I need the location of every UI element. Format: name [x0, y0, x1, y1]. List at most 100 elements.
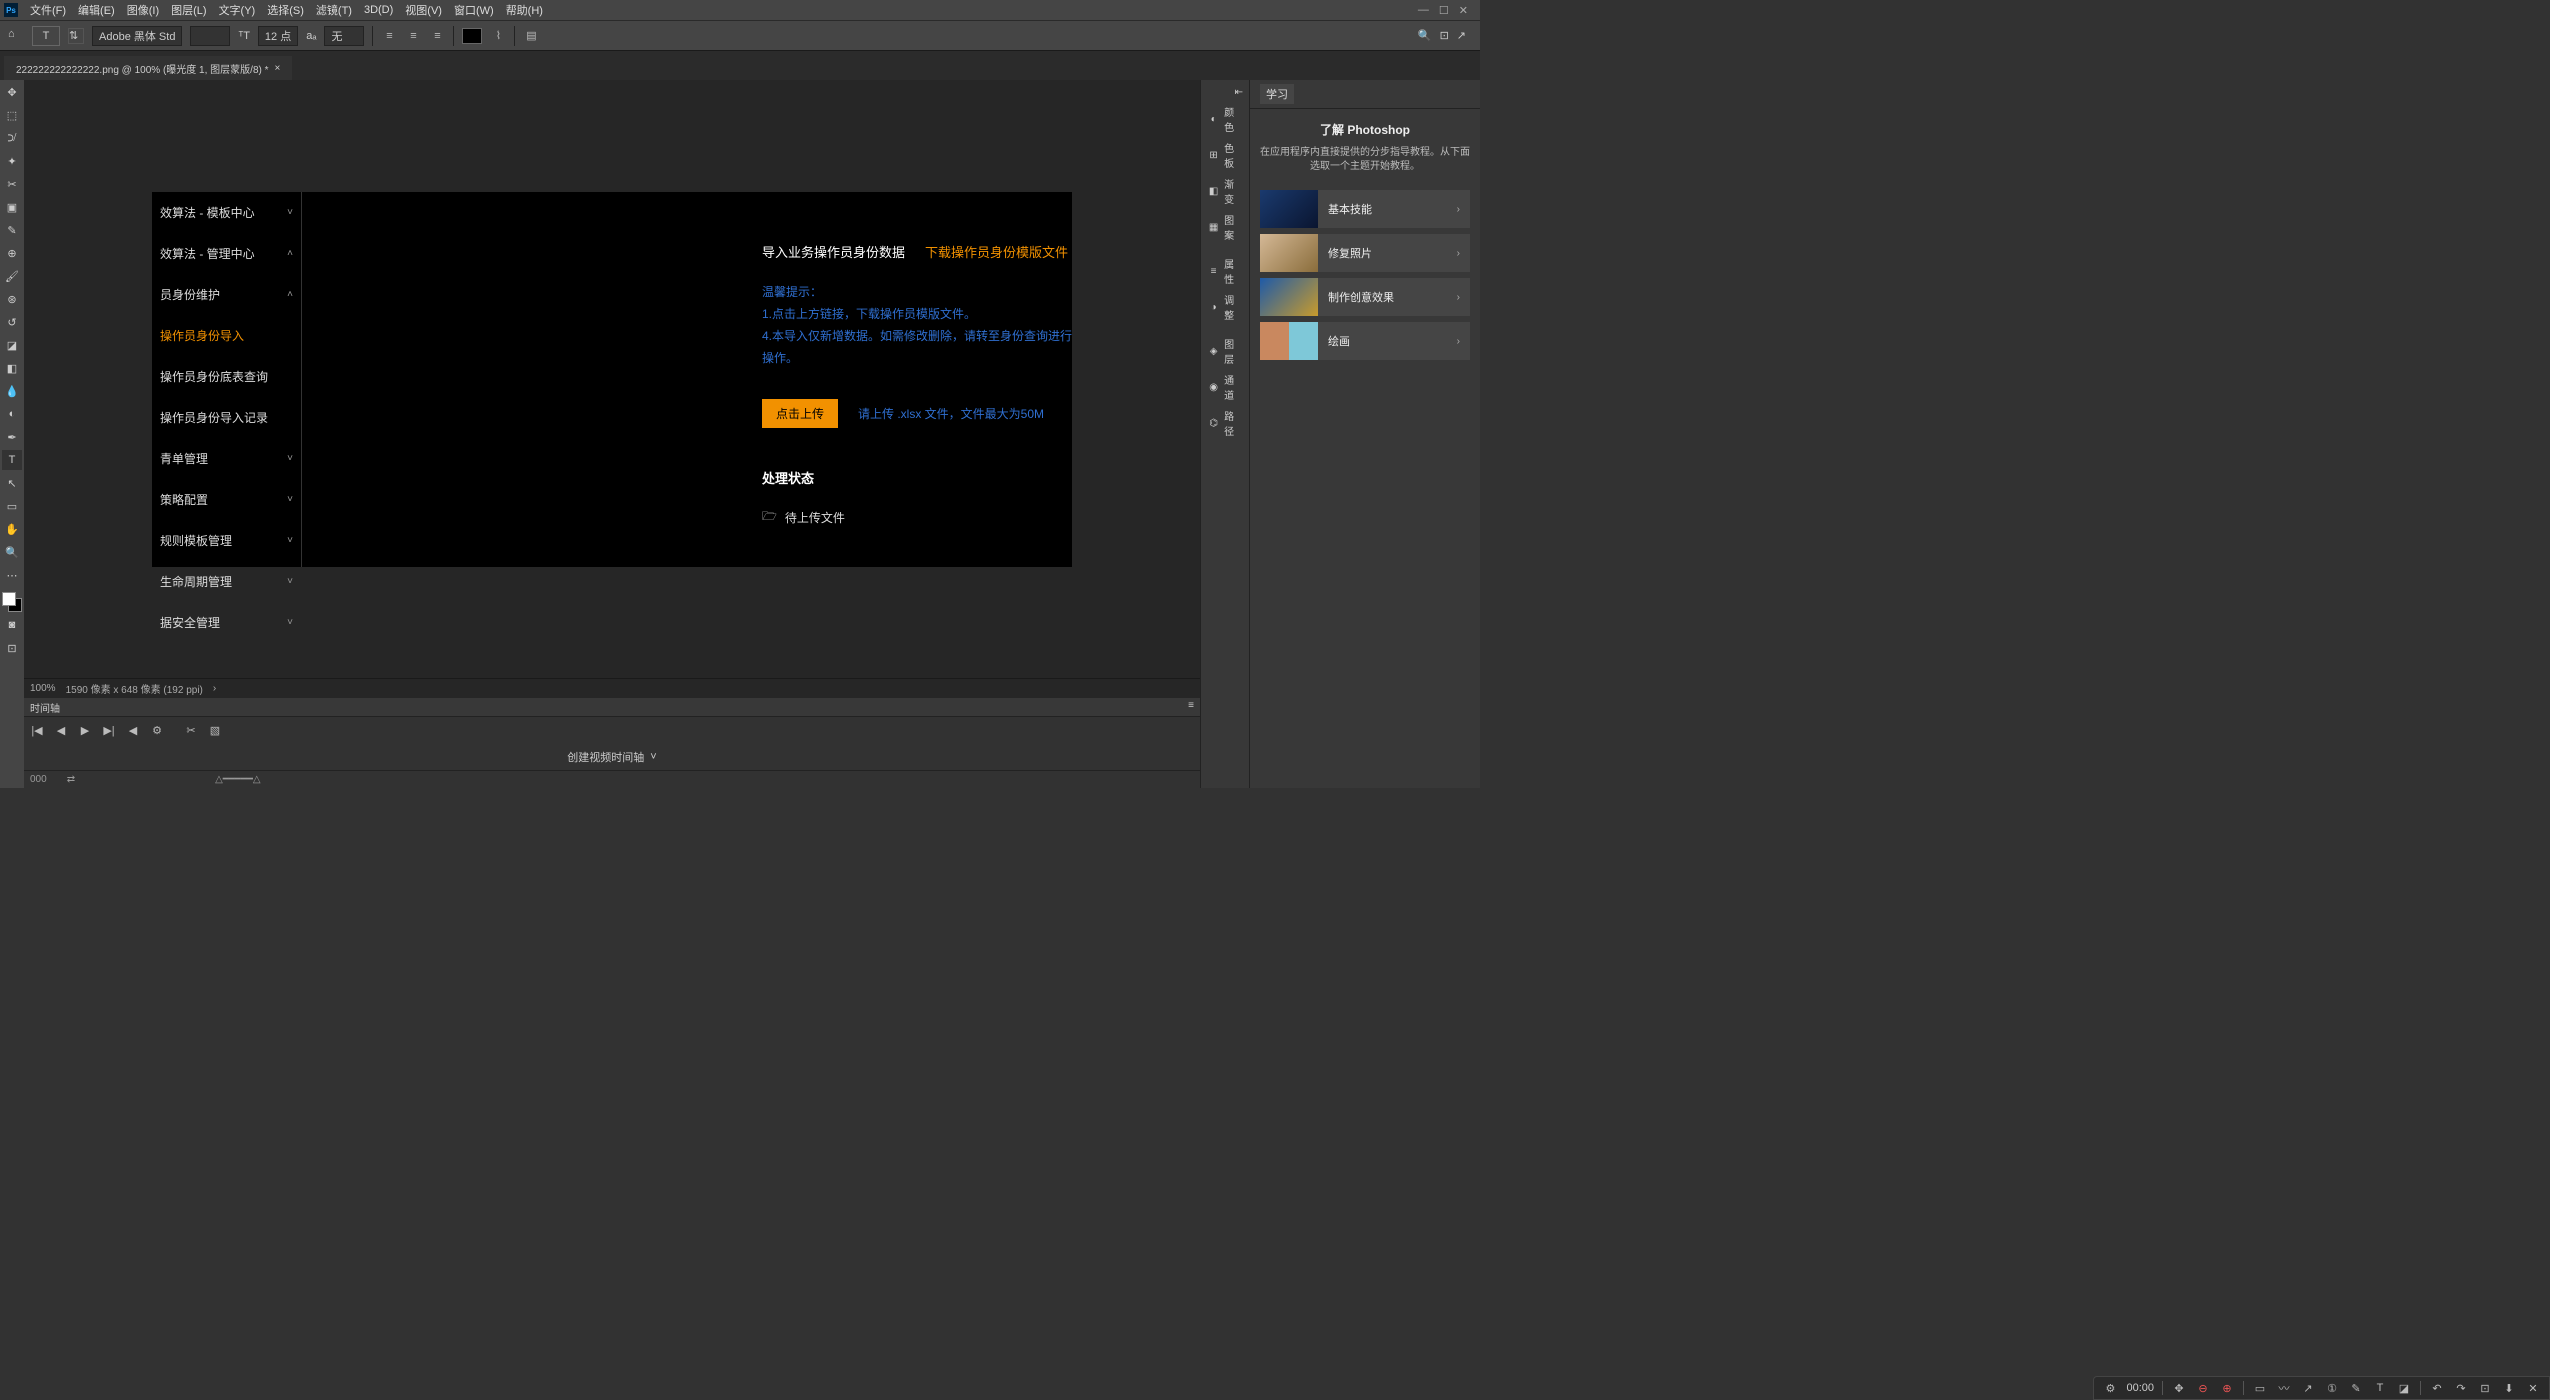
menu-filter[interactable]: 滤镜(T)	[310, 2, 358, 18]
close-tab-icon[interactable]: ×	[275, 63, 281, 74]
zoom-level[interactable]: 100%	[30, 683, 56, 694]
edit-toolbar-icon[interactable]: ⋯	[2, 565, 22, 585]
align-center-icon[interactable]: ≡	[405, 28, 421, 44]
fg-color-swatch[interactable]	[2, 592, 16, 606]
panel-patterns[interactable]: ▦图案	[1201, 209, 1249, 245]
number-icon[interactable]: ①	[2324, 1380, 2340, 1396]
font-style-field[interactable]	[190, 26, 230, 46]
font-size-field[interactable]: 12 点	[258, 26, 298, 46]
share-icon[interactable]: ⊡	[1440, 29, 1449, 42]
panel-toggle-icon[interactable]: ⇤	[1201, 84, 1249, 101]
panel-paths[interactable]: ⌬路径	[1201, 405, 1249, 441]
panel-color[interactable]: ◐颜色	[1201, 101, 1249, 137]
window-close-icon[interactable]: ✕	[1459, 4, 1468, 17]
text-icon[interactable]: T	[2372, 1380, 2388, 1396]
gradient-tool-icon[interactable]: ◧	[2, 358, 22, 378]
document-canvas[interactable]: 效算法 - 模板中心˅ 效算法 - 管理中心˄ 员身份维护˄ 操作员身份导入 操…	[152, 192, 1072, 567]
play-icon[interactable]: ▶	[78, 724, 92, 738]
copy-icon[interactable]: ⊡	[2477, 1380, 2493, 1396]
warp-text-icon[interactable]: ⌇	[490, 28, 506, 44]
panel-swatches[interactable]: ⊞色板	[1201, 137, 1249, 173]
tutorial-retouch[interactable]: 修复照片 ›	[1260, 234, 1470, 272]
font-family-field[interactable]: Adobe 黑体 Std	[92, 26, 182, 46]
hand-tool-icon[interactable]: ✋	[2, 519, 22, 539]
menu-select[interactable]: 选择(S)	[261, 2, 310, 18]
sidebar-item-active[interactable]: 操作员身份导入	[152, 315, 301, 356]
sidebar-item[interactable]: 青单管理˅	[152, 438, 301, 479]
menu-window[interactable]: 窗口(W)	[448, 2, 500, 18]
freehand-icon[interactable]: 〰	[2276, 1380, 2292, 1396]
panel-menu-icon[interactable]: ≡	[1188, 700, 1194, 714]
tutorial-basic-skills[interactable]: 基本技能 ›	[1260, 190, 1470, 228]
pencil-icon[interactable]: ✎	[2348, 1380, 2364, 1396]
redo-icon[interactable]: ↷	[2453, 1380, 2469, 1396]
sidebar-item[interactable]: 规则模板管理˅	[152, 520, 301, 561]
menu-view[interactable]: 视图(V)	[399, 2, 448, 18]
zoom-tool-icon[interactable]: 🔍	[2, 542, 22, 562]
eraser-icon[interactable]: ◪	[2396, 1380, 2412, 1396]
recorder-settings-icon[interactable]: ⚙	[2102, 1380, 2118, 1396]
blur-tool-icon[interactable]: 💧	[2, 381, 22, 401]
dodge-tool-icon[interactable]: ◐	[2, 404, 22, 424]
menu-file[interactable]: 文件(F)	[24, 2, 72, 18]
eyedropper-tool-icon[interactable]: ✎	[2, 220, 22, 240]
zoom-in-icon[interactable]: ⊕	[2219, 1380, 2235, 1396]
orientation-toggle-icon[interactable]: ⇅	[68, 28, 84, 44]
eraser-tool-icon[interactable]: ◪	[2, 335, 22, 355]
marquee-tool-icon[interactable]: ⬚	[2, 105, 22, 125]
panel-adjustments[interactable]: ◑调整	[1201, 289, 1249, 325]
zoom-slider-icon[interactable]: △━━━━━△	[215, 774, 260, 785]
arrow-icon[interactable]: ↗	[2300, 1380, 2316, 1396]
document-dimensions[interactable]: 1590 像素 x 648 像素 (192 ppi)	[66, 681, 203, 696]
settings-icon[interactable]: ⚙	[150, 724, 164, 738]
text-color-swatch[interactable]	[462, 28, 482, 44]
quickmask-icon[interactable]: ◙	[2, 615, 22, 635]
undo-icon[interactable]: ↶	[2429, 1380, 2445, 1396]
chevron-right-icon[interactable]: ›	[213, 683, 216, 694]
color-swatches[interactable]	[2, 592, 22, 612]
pen-tool-icon[interactable]: ✒	[2, 427, 22, 447]
menu-edit[interactable]: 编辑(E)	[72, 2, 121, 18]
prev-frame-icon[interactable]: ◀	[54, 724, 68, 738]
download-template-link[interactable]: 下载操作员身份模版文件	[925, 242, 1068, 261]
sidebar-item[interactable]: 效算法 - 管理中心˄	[152, 233, 301, 274]
align-right-icon[interactable]: ≡	[429, 28, 445, 44]
chevron-down-icon[interactable]: ˅	[650, 751, 656, 763]
move-tool-icon[interactable]: ✥	[2, 82, 22, 102]
healing-tool-icon[interactable]: ⊕	[2, 243, 22, 263]
window-minimize-icon[interactable]: —	[1418, 4, 1429, 17]
sidebar-item[interactable]: 据安全管理˅	[152, 602, 301, 643]
split-icon[interactable]: ✂	[184, 724, 198, 738]
frame-tool-icon[interactable]: ▣	[2, 197, 22, 217]
save-icon[interactable]: ⬇	[2501, 1380, 2517, 1396]
menu-help[interactable]: 帮助(H)	[500, 2, 549, 18]
panel-channels[interactable]: ◉通道	[1201, 369, 1249, 405]
audio-icon[interactable]: ◀	[126, 724, 140, 738]
next-frame-icon[interactable]: ▶|	[102, 724, 116, 738]
align-left-icon[interactable]: ≡	[381, 28, 397, 44]
sidebar-item[interactable]: 员身份维护˄	[152, 274, 301, 315]
workspace-icon[interactable]: ↗	[1457, 29, 1466, 42]
antialias-field[interactable]: 无	[324, 26, 364, 46]
sidebar-item[interactable]: 效算法 - 模板中心˅	[152, 192, 301, 233]
home-icon[interactable]: ⌂	[8, 28, 24, 44]
search-icon[interactable]: 🔍	[1418, 29, 1432, 42]
upload-button[interactable]: 点击上传	[762, 399, 838, 428]
brush-tool-icon[interactable]: 🖌	[2, 266, 22, 286]
document-tab[interactable]: 222222222222222.png @ 100% (曝光度 1, 图层蒙版/…	[4, 56, 292, 80]
menu-type[interactable]: 文字(Y)	[213, 2, 262, 18]
sidebar-item[interactable]: 生命周期管理˅	[152, 561, 301, 602]
type-tool-icon[interactable]: T	[2, 450, 22, 470]
screenmode-icon[interactable]: ⊡	[2, 638, 22, 658]
zoom-out-icon[interactable]: ⊖	[2195, 1380, 2211, 1396]
menu-layer[interactable]: 图层(L)	[165, 2, 212, 18]
sidebar-item[interactable]: 操作员身份底表查询	[152, 356, 301, 397]
tool-preset[interactable]: T	[32, 26, 60, 46]
tutorial-painting[interactable]: 绘画 ›	[1260, 322, 1470, 360]
convert-icon[interactable]: ⇄	[67, 774, 75, 785]
close-icon[interactable]: ✕	[2525, 1380, 2541, 1396]
shape-tool-icon[interactable]: ▭	[2, 496, 22, 516]
stamp-tool-icon[interactable]: ⊛	[2, 289, 22, 309]
sidebar-item[interactable]: 操作员身份导入记录	[152, 397, 301, 438]
menu-3d[interactable]: 3D(D)	[358, 4, 399, 16]
